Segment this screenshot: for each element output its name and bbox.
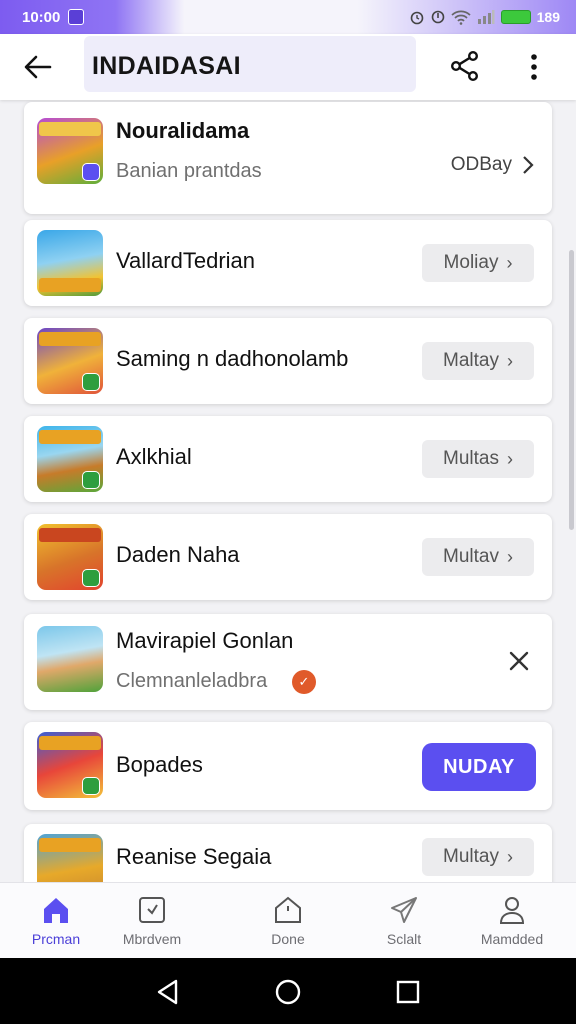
battery-icon bbox=[500, 10, 531, 24]
item-action-button[interactable]: Multas › bbox=[422, 440, 534, 478]
list-item[interactable]: Saming n dadhonolamb Maltay › bbox=[24, 318, 552, 404]
send-icon bbox=[391, 897, 417, 923]
item-action-label: Multav bbox=[443, 546, 499, 567]
item-title: Mavirapiel Gonlan bbox=[116, 628, 294, 653]
nav-label: Sclalt bbox=[386, 931, 422, 947]
verified-badge-icon: ✓ bbox=[292, 670, 316, 694]
signal-icon bbox=[477, 10, 495, 24]
nav-label: Prcman bbox=[31, 931, 81, 947]
item-title: Nouralidama bbox=[116, 118, 250, 143]
chevron-right-icon bbox=[523, 156, 534, 174]
item-title: Bopades bbox=[116, 752, 203, 777]
list-item[interactable]: Nouralidama Banian prantdas ODBay bbox=[24, 102, 552, 214]
game-thumbnail bbox=[37, 524, 103, 590]
page-title: INDAIDASAI bbox=[92, 52, 241, 80]
item-action-button[interactable]: ODBay bbox=[451, 154, 534, 176]
nav-item-done[interactable]: Done bbox=[238, 883, 338, 959]
status-left: 10:00 bbox=[22, 8, 85, 26]
item-title: Axlkhial bbox=[116, 444, 192, 469]
item-action-label: Multay bbox=[443, 846, 499, 867]
nav-label: Mamdded bbox=[480, 931, 544, 947]
system-back-icon[interactable] bbox=[154, 978, 182, 1006]
list-item[interactable]: Mavirapiel Gonlan Clemnanleladbra ✓ bbox=[24, 614, 552, 710]
thumbnail-banner bbox=[39, 528, 101, 542]
nav-item-profile[interactable]: Mamdded bbox=[462, 883, 562, 959]
list-item[interactable]: Reanise Segaia Multay › bbox=[24, 824, 552, 882]
more-vert-icon[interactable] bbox=[524, 52, 544, 82]
list-item[interactable]: VallardTedrian Moliay › bbox=[24, 220, 552, 306]
back-arrow-icon[interactable] bbox=[22, 52, 54, 82]
bottom-navigation: Prcman Mbrdvem Done Sclalt Mamdded bbox=[0, 882, 576, 958]
thumbnail-badge bbox=[82, 471, 100, 489]
game-thumbnail bbox=[37, 426, 103, 492]
game-thumbnail bbox=[37, 626, 103, 692]
item-subtitle: Banian prantdas bbox=[116, 160, 262, 182]
list-item[interactable]: Daden Naha Multav › bbox=[24, 514, 552, 600]
item-action-button[interactable]: Moliay › bbox=[422, 244, 534, 282]
thumbnail-banner bbox=[39, 736, 101, 750]
share-icon[interactable] bbox=[450, 50, 480, 82]
nav-label: Mbrdvem bbox=[122, 931, 182, 947]
thumbnail-banner bbox=[39, 278, 101, 292]
item-action-label: Moliay bbox=[443, 252, 499, 273]
item-title: Saming n dadhonolamb bbox=[116, 346, 349, 371]
chevron-right-icon: › bbox=[506, 846, 513, 867]
item-primary-button[interactable]: NUDAY bbox=[422, 743, 536, 791]
list-item[interactable]: Axlkhial Multas › bbox=[24, 416, 552, 502]
dnd-icon bbox=[431, 10, 444, 24]
system-recents-icon[interactable] bbox=[394, 978, 422, 1006]
list-item[interactable]: Bopades NUDAY bbox=[24, 722, 552, 810]
game-thumbnail bbox=[37, 230, 103, 296]
chevron-right-icon: › bbox=[506, 252, 513, 273]
thumbnail-banner bbox=[39, 122, 101, 136]
nav-item-send[interactable]: Sclalt bbox=[354, 883, 454, 959]
inbox-icon bbox=[139, 897, 165, 923]
status-right: 189 bbox=[409, 9, 560, 25]
battery-level: 189 bbox=[536, 9, 560, 25]
thumbnail-badge bbox=[82, 569, 100, 587]
app-bar: INDAIDASAI bbox=[0, 34, 576, 100]
status-time: 10:00 bbox=[22, 8, 61, 26]
nav-item-inbox[interactable]: Mbrdvem bbox=[102, 883, 202, 959]
thumbnail-badge bbox=[82, 777, 100, 795]
item-action-button[interactable]: Multav › bbox=[422, 538, 534, 576]
chevron-right-icon: › bbox=[506, 546, 513, 567]
system-navigation-bar bbox=[0, 958, 576, 1024]
chevron-right-icon: › bbox=[506, 448, 513, 469]
close-icon[interactable] bbox=[508, 650, 530, 672]
item-title: Daden Naha bbox=[116, 542, 240, 567]
thumbnail-badge bbox=[82, 163, 100, 181]
game-thumbnail bbox=[37, 118, 103, 184]
item-action-label: ODBay bbox=[450, 154, 512, 175]
nav-label: Done bbox=[271, 931, 305, 947]
item-action-label: Maltay bbox=[443, 350, 499, 371]
item-action-button[interactable]: Multay › bbox=[422, 838, 534, 876]
alarm-icon bbox=[410, 11, 423, 25]
item-title: Reanise Segaia bbox=[116, 844, 272, 869]
thumbnail-banner bbox=[39, 430, 101, 444]
item-subtitle: Clemnanleladbra bbox=[116, 670, 268, 692]
game-thumbnail bbox=[37, 834, 103, 882]
person-icon bbox=[499, 897, 525, 924]
thumbnail-badge bbox=[82, 373, 100, 391]
item-title: VallardTedrian bbox=[116, 248, 256, 273]
nav-item-home[interactable]: Prcman bbox=[6, 883, 106, 959]
item-action-label: Multas bbox=[443, 448, 499, 469]
system-home-icon[interactable] bbox=[274, 978, 302, 1006]
thumbnail-banner bbox=[39, 332, 101, 346]
thumbnail-banner bbox=[39, 838, 101, 852]
game-list: Nouralidama Banian prantdas ODBay Vallar… bbox=[0, 100, 576, 882]
scrollbar[interactable] bbox=[569, 250, 574, 530]
home-outline-icon bbox=[275, 896, 301, 923]
game-thumbnail bbox=[37, 328, 103, 394]
wifi-icon bbox=[451, 10, 471, 25]
item-action-button[interactable]: Maltay › bbox=[422, 342, 534, 380]
game-thumbnail bbox=[37, 732, 103, 798]
notification-icon bbox=[68, 9, 85, 25]
chevron-right-icon: › bbox=[506, 350, 513, 371]
status-bar: 10:00 189 bbox=[0, 0, 576, 34]
home-icon bbox=[44, 898, 68, 923]
